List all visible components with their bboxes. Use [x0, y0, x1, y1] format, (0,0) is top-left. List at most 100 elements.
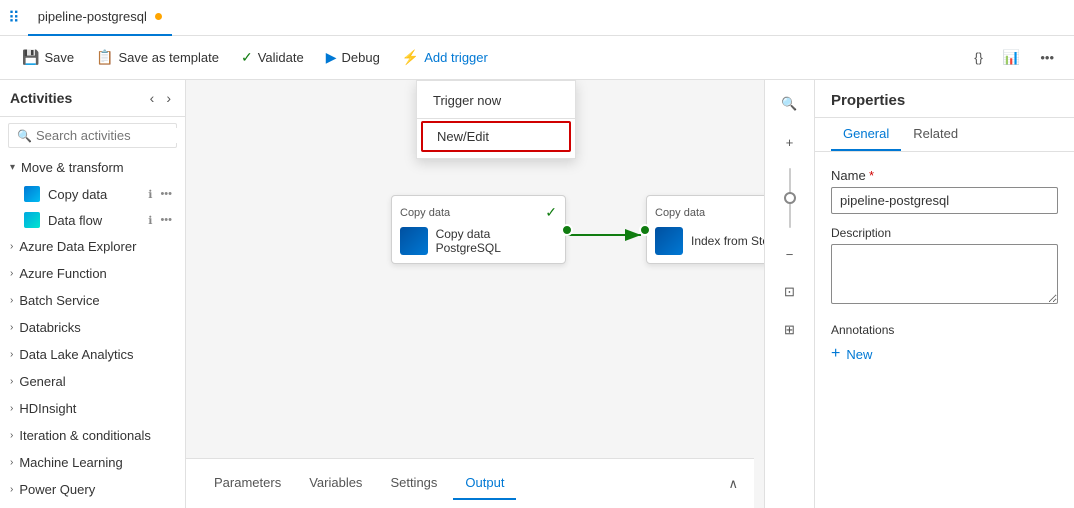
tab-settings[interactable]: Settings: [378, 467, 449, 500]
zoom-slider-thumb[interactable]: [784, 192, 796, 204]
close-icon: ∧: [728, 476, 738, 491]
tab-parameters[interactable]: Parameters: [202, 467, 293, 500]
canvas-search-icon: 🔍: [781, 96, 797, 112]
node1-connector-right[interactable]: [561, 224, 573, 236]
properties-tabs: General Related: [815, 118, 1074, 152]
sidebar-expand-btn[interactable]: ›: [162, 88, 175, 108]
sidebar-category-powerquery[interactable]: › Power Query: [0, 476, 185, 503]
sidebar-category-azure-function[interactable]: › Azure Function: [0, 260, 185, 287]
properties-header: Properties: [815, 80, 1074, 118]
item-info-btn[interactable]: ℹ: [145, 213, 155, 228]
required-indicator: *: [869, 168, 874, 183]
chevron-right-icon: ›: [10, 322, 13, 333]
sidebar-category-datalake[interactable]: › Data Lake Analytics: [0, 341, 185, 368]
tab-general[interactable]: General: [831, 118, 901, 151]
properties-body: Name * Description Annotations + New: [815, 152, 1074, 508]
category-label: Iteration & conditionals: [19, 428, 151, 443]
save-button[interactable]: 💾 Save: [12, 42, 84, 74]
canvas-fit-btn[interactable]: ⊡: [774, 276, 806, 308]
node1-icon: [400, 227, 428, 255]
description-textarea[interactable]: [831, 244, 1058, 304]
category-label: Data Lake Analytics: [19, 347, 133, 362]
bottom-panel-close-btn[interactable]: ∧: [728, 475, 738, 493]
canvas-layout-btn[interactable]: ⊞: [774, 314, 806, 346]
tab-settings-label: Settings: [390, 475, 437, 490]
canvas-zoom-out-btn[interactable]: −: [774, 238, 806, 270]
canvas-fit-icon: ⊡: [784, 284, 795, 300]
validate-icon: ✓: [241, 49, 253, 66]
zoom-slider-track[interactable]: [789, 168, 791, 228]
canvas-area[interactable]: Trigger now New/Edit Copy data ✓ Copy da…: [186, 80, 814, 508]
node1-label: Copy data PostgreSQL: [436, 227, 557, 255]
sidebar-category-iteration[interactable]: › Iteration & conditionals: [0, 422, 185, 449]
chevron-right-icon: ›: [10, 241, 13, 252]
sidebar-category-move-transform[interactable]: ▾ Move & transform: [0, 154, 185, 181]
copy-data-icon: [24, 186, 40, 202]
node1-body: Copy data PostgreSQL: [400, 227, 557, 255]
chevron-right-icon: ›: [10, 403, 13, 414]
sidebar-content: ▾ Move & transform Copy data ℹ ••• Data …: [0, 154, 185, 508]
chevron-down-icon: ▾: [10, 162, 15, 173]
search-input[interactable]: [36, 128, 186, 143]
new-edit-item[interactable]: New/Edit: [421, 121, 571, 152]
pipeline-tab[interactable]: pipeline-postgresql: [28, 0, 172, 36]
more-button[interactable]: •••: [1032, 46, 1062, 69]
sidebar-category-azure-explorer[interactable]: › Azure Data Explorer: [0, 233, 185, 260]
pipeline-node-1[interactable]: Copy data ✓ Copy data PostgreSQL: [391, 195, 566, 264]
category-label: Machine Learning: [19, 455, 122, 470]
add-trigger-button[interactable]: ⚡ Add trigger: [392, 42, 498, 74]
node2-connector-left[interactable]: [639, 224, 651, 236]
tab-related[interactable]: Related: [901, 118, 970, 151]
canvas-plus-icon: +: [786, 135, 794, 150]
sidebar-category-hdinsight[interactable]: › HDInsight: [0, 395, 185, 422]
sidebar-category-general[interactable]: › General: [0, 368, 185, 395]
save-label: Save: [44, 50, 74, 65]
tab-variables-label: Variables: [309, 475, 362, 490]
code-button[interactable]: {}: [966, 46, 991, 69]
tab-output[interactable]: Output: [453, 467, 516, 500]
search-icon: 🔍: [17, 129, 32, 143]
save-template-button[interactable]: 📋 Save as template: [86, 42, 229, 74]
monitor-icon: 📊: [1003, 49, 1020, 66]
item-actions: ℹ •••: [145, 213, 175, 228]
plus-icon: +: [831, 345, 840, 363]
canvas-zoom-in-btn[interactable]: +: [774, 126, 806, 158]
properties-title: Properties: [831, 92, 905, 109]
debug-button[interactable]: ▶ Debug: [316, 42, 390, 74]
data-flow-icon: [24, 212, 40, 228]
sidebar-item-data-flow[interactable]: Data flow ℹ •••: [0, 207, 185, 233]
add-trigger-icon: ⚡: [402, 49, 419, 66]
validate-label: Validate: [258, 50, 304, 65]
description-label: Description: [831, 226, 1058, 240]
sidebar-category-ml[interactable]: › Machine Learning: [0, 449, 185, 476]
item-more-btn[interactable]: •••: [157, 187, 175, 202]
add-annotation-btn[interactable]: + New: [831, 345, 872, 363]
item-info-btn[interactable]: ℹ: [145, 187, 155, 202]
item-actions: ℹ •••: [145, 187, 175, 202]
name-input[interactable]: [831, 187, 1058, 214]
sidebar-collapse-btn[interactable]: ‹: [146, 88, 159, 108]
canvas-search-btn[interactable]: 🔍: [774, 88, 806, 120]
trigger-now-item[interactable]: Trigger now: [417, 85, 575, 116]
item-more-btn[interactable]: •••: [157, 213, 175, 228]
sidebar-item-copy-data[interactable]: Copy data ℹ •••: [0, 181, 185, 207]
chevron-right-icon: ›: [10, 376, 13, 387]
tab-parameters-label: Parameters: [214, 475, 281, 490]
chevron-right-icon: ›: [10, 457, 13, 468]
name-field-group: Name *: [831, 168, 1058, 226]
debug-label: Debug: [342, 50, 380, 65]
validate-button[interactable]: ✓ Validate: [231, 42, 314, 74]
monitor-button[interactable]: 📊: [995, 45, 1028, 70]
toolbar-right: {} 📊 •••: [966, 45, 1062, 70]
category-label: HDInsight: [19, 401, 76, 416]
tab-output-label: Output: [465, 475, 504, 490]
toolbar: 💾 Save 📋 Save as template ✓ Validate ▶ D…: [0, 36, 1074, 80]
sidebar-category-databricks[interactable]: › Databricks: [0, 314, 185, 341]
category-label: Batch Service: [19, 293, 99, 308]
canvas-layout-icon: ⊞: [784, 322, 795, 338]
save-template-label: Save as template: [119, 50, 219, 65]
tab-variables[interactable]: Variables: [297, 467, 374, 500]
sidebar-category-batch[interactable]: › Batch Service: [0, 287, 185, 314]
node1-check-icon: ✓: [545, 204, 557, 221]
new-label: New: [846, 347, 872, 362]
